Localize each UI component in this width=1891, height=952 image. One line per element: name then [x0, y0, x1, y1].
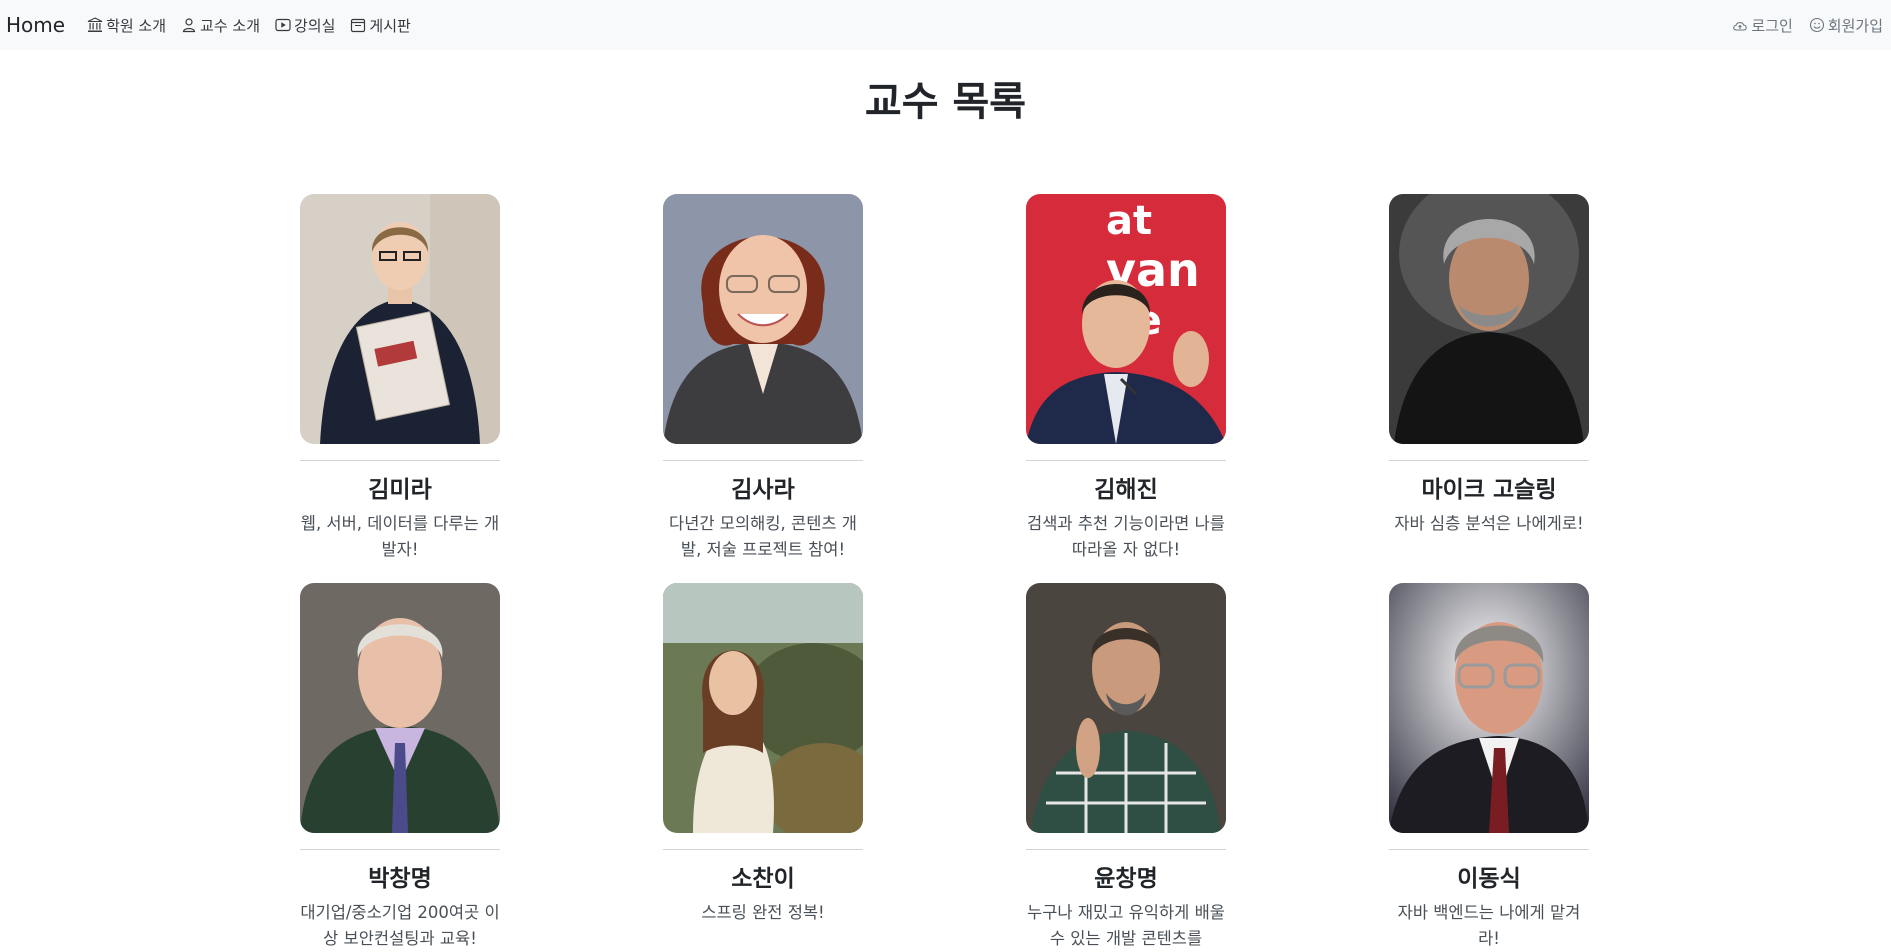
nav-link-label: 교수 소개 — [200, 16, 260, 35]
professor-description: 웹, 서버, 데이터를 다루는 개발자! — [300, 514, 500, 559]
divider — [300, 460, 500, 461]
page-title: 교수 목록 — [864, 79, 1027, 125]
brand-home-link[interactable]: Home — [6, 13, 65, 37]
professor-grid: 김미라 웹, 서버, 데이터를 다루는 개발자! 김사라 다년간 모의해킹, 콘… — [0, 132, 1891, 948]
professor-description: 자바 백엔드는 나에게 맡겨라! — [1397, 903, 1581, 948]
smile-icon — [1809, 17, 1824, 33]
play-icon — [275, 18, 291, 32]
calendar-icon — [351, 18, 366, 33]
bank-icon — [87, 17, 103, 32]
professor-description: 스프링 완전 정복! — [701, 903, 825, 922]
professor-card[interactable]: 마이크 고슬링 자바 심층 분석은 나에게로! — [1389, 194, 1589, 537]
professor-card[interactable]: at van de 김해진 검색과 추천 기능이라면 나를 따라올 자 없다! — [1026, 194, 1226, 563]
professor-description: 대기업/중소기업 200여곳 이상 보안컨설팅과 교육! — [300, 903, 500, 948]
red-haired-woman-portrait — [663, 194, 863, 444]
nav-link-board[interactable]: 게시판 — [350, 15, 411, 36]
divider — [663, 460, 863, 461]
nav-link-label: 게시판 — [369, 16, 411, 35]
professor-photo — [663, 194, 863, 444]
professor-name: 김미라 — [368, 477, 432, 503]
professor-card[interactable]: 소찬이 스프링 완전 정복! — [663, 583, 863, 926]
grey-haired-man-portrait — [1389, 194, 1589, 444]
nav-link-login[interactable]: 로그인 — [1732, 15, 1793, 36]
professor-description: 다년간 모의해킹, 콘텐츠 개발, 저술 프로젝트 참여! — [669, 514, 857, 559]
elderly-man-tie-portrait — [300, 583, 500, 833]
professor-photo — [300, 583, 500, 833]
nav-link-label: 회원가입 — [1827, 16, 1883, 35]
svg-text:at: at — [1106, 198, 1152, 244]
professor-description: 자바 심층 분석은 나에게로! — [1394, 514, 1584, 533]
professor-description: 검색과 추천 기능이라면 나를 따라올 자 없다! — [1027, 514, 1225, 559]
professor-name: 마이크 고슬링 — [1421, 477, 1557, 503]
nav-link-signup[interactable]: 회원가입 — [1809, 15, 1883, 36]
professor-photo — [1026, 583, 1226, 833]
professor-name: 박창명 — [368, 866, 432, 892]
nav-link-label: 학원 소개 — [106, 16, 167, 35]
woman-forest-portrait — [663, 583, 863, 833]
professor-photo — [663, 583, 863, 833]
professor-name: 소찬이 — [731, 866, 795, 892]
professor-card[interactable]: 이동식 자바 백엔드는 나에게 맡겨라! — [1389, 583, 1589, 952]
professor-card[interactable]: 김사라 다년간 모의해킹, 콘텐츠 개발, 저술 프로젝트 참여! — [663, 194, 863, 563]
person-icon — [182, 18, 196, 33]
nav-link-professor-intro[interactable]: 교수 소개 — [181, 15, 260, 36]
divider — [663, 849, 863, 850]
professor-photo — [300, 194, 500, 444]
cloud-upload-icon — [1733, 22, 1748, 31]
nav-right: 로그인 회원가입 — [1716, 15, 1883, 36]
divider — [1026, 460, 1226, 461]
nav-left: Home 학원 소개 교수 소개 강의실 게시판 — [6, 13, 426, 37]
divider — [1389, 460, 1589, 461]
divider — [300, 849, 500, 850]
nav-link-label: 강의실 — [294, 16, 336, 35]
professor-card[interactable]: 김미라 웹, 서버, 데이터를 다루는 개발자! — [300, 194, 500, 563]
professor-name: 이동식 — [1457, 866, 1521, 892]
nav-link-academy-intro[interactable]: 학원 소개 — [87, 15, 166, 36]
professor-description: 누구나 재밌고 유익하게 배울 수 있는 개발 콘텐츠를 — [1027, 903, 1225, 948]
man-plaid-shirt-portrait — [1026, 583, 1226, 833]
professor-name: 김사라 — [731, 477, 795, 503]
professor-name: 윤창명 — [1094, 866, 1158, 892]
professor-photo — [1389, 194, 1589, 444]
nav-link-label: 로그인 — [1751, 16, 1793, 35]
navbar: Home 학원 소개 교수 소개 강의실 게시판 로그인 회원가입 — [0, 0, 1891, 50]
professor-name: 김해진 — [1094, 477, 1158, 503]
professor-card[interactable]: 윤창명 누구나 재밌고 유익하게 배울 수 있는 개발 콘텐츠를 — [1026, 583, 1226, 952]
man-glasses-suit-portrait — [1389, 583, 1589, 833]
divider — [1389, 849, 1589, 850]
woman-with-book-portrait — [300, 194, 500, 444]
professor-photo: at van de — [1026, 194, 1226, 444]
professor-card[interactable]: 박창명 대기업/중소기업 200여곳 이상 보안컨설팅과 교육! — [300, 583, 500, 952]
professor-photo — [1389, 583, 1589, 833]
nav-link-classroom[interactable]: 강의실 — [275, 15, 335, 36]
divider — [1026, 849, 1226, 850]
speaker-red-background-portrait: at van de — [1026, 194, 1226, 444]
